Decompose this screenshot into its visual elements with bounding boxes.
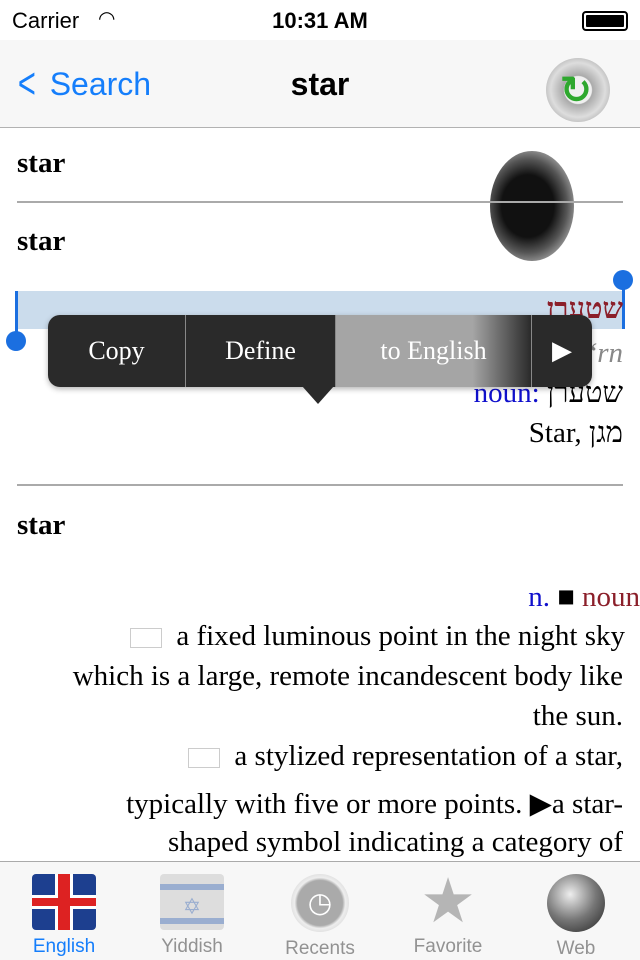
sense-box xyxy=(130,628,163,649)
selection-knob-end[interactable] xyxy=(613,270,633,290)
pos-abbr: n. xyxy=(528,581,550,613)
divider xyxy=(17,201,623,203)
entry-headword: star xyxy=(17,147,66,179)
tab-yiddish[interactable]: ✡ Yiddish xyxy=(128,862,256,960)
israel-flag-icon: ✡ xyxy=(160,874,224,930)
definition-line: a stylized representation of a star, xyxy=(188,740,623,773)
uk-flag-icon xyxy=(32,874,96,930)
clock-time: 10:31 AM xyxy=(272,8,368,33)
pos-mark: ■ xyxy=(557,581,575,613)
entry-headword: star xyxy=(17,225,66,257)
menu-to-english[interactable]: to English xyxy=(336,315,532,387)
speaker-icon[interactable] xyxy=(490,151,574,261)
part-of-speech: n. ■ noun xyxy=(528,581,640,614)
battery-icon xyxy=(582,11,628,31)
definition-line: the sun. xyxy=(532,700,623,732)
tab-recents[interactable]: ◷ Recents xyxy=(256,862,384,960)
definition-line: shaped symbol indicating a category of xyxy=(167,826,623,858)
edit-menu: Copy Define to English ▶ xyxy=(48,315,592,387)
definition-content[interactable]: star star שטערן Ştʻrn noun: שטערן Star, … xyxy=(0,129,640,861)
tab-bar: English ✡ Yiddish ◷ Recents ★ Favorite Web xyxy=(0,861,640,960)
star-icon: ★ xyxy=(420,867,476,936)
menu-define[interactable]: Define xyxy=(186,315,336,387)
menu-pointer xyxy=(302,386,334,404)
gear-refresh-icon[interactable]: ↻ xyxy=(546,58,610,122)
gloss: Star, מגן xyxy=(528,417,623,449)
pos-full: noun xyxy=(582,581,640,613)
tab-web[interactable]: Web xyxy=(512,862,640,960)
arrow-icon: ▶ xyxy=(529,788,552,820)
menu-copy[interactable]: Copy xyxy=(48,315,186,387)
status-bar: Carrier ◠ 10:31 AM xyxy=(0,0,640,40)
menu-more-arrow-icon[interactable]: ▶ xyxy=(532,315,592,387)
definition-line: which is a large, remote incandescent bo… xyxy=(72,660,623,692)
sense-box xyxy=(188,748,221,769)
definition-line: typically with five or more points. ▶a s… xyxy=(126,788,623,820)
tab-english[interactable]: English xyxy=(0,862,128,960)
tab-favorite[interactable]: ★ Favorite xyxy=(384,862,512,960)
definition-line: a fixed luminous point in the night sky xyxy=(130,620,625,653)
clock-icon: ◷ xyxy=(291,874,349,932)
navigation-bar: < Search star ↻ xyxy=(0,40,640,128)
globe-icon xyxy=(547,874,605,932)
entry-headword: star xyxy=(17,509,66,541)
divider xyxy=(17,484,623,486)
page-title: star xyxy=(290,66,350,102)
selection-knob-start[interactable] xyxy=(6,331,26,351)
